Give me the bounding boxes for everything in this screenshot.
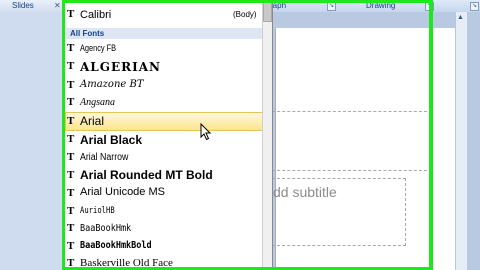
font-item-angsana[interactable]: Angsana [80, 97, 115, 108]
font-item-arial[interactable]: Arial [80, 114, 104, 128]
font-item-arial-black[interactable]: Arial Black [80, 133, 142, 147]
truetype-icon: T [67, 8, 75, 20]
truetype-icon: T [67, 205, 75, 217]
truetype-icon: T [67, 169, 75, 181]
font-item-auriolhb[interactable]: AuriolHB [80, 206, 115, 216]
paragraph-launcher-icon[interactable]: ↘ [327, 2, 336, 11]
close-pane-icon[interactable]: ✕ [54, 0, 61, 12]
font-item-arial-rounded[interactable]: Arial Rounded MT Bold [80, 168, 213, 182]
vertical-scrollbar[interactable] [455, 12, 467, 270]
truetype-icon: T [67, 222, 75, 234]
highlight-frame-top [62, 0, 433, 3]
slides-tab[interactable]: Slides ✕ [0, 0, 65, 12]
font-dropdown-list[interactable]: T Calibri (Body) All Fonts T Agency FB T… [63, 0, 273, 270]
subtitle-placeholder-text: dd subtitle [273, 184, 337, 200]
font-item-baabookhmk[interactable]: BaaBookHmk [80, 223, 131, 234]
all-fonts-header: All Fonts [66, 28, 264, 39]
font-item-algerian[interactable]: ALGERIAN [80, 60, 161, 74]
font-item-arial-unicode[interactable]: Arial Unicode MS [80, 186, 165, 198]
editing-launcher-icon[interactable]: ↘ [470, 2, 479, 11]
font-item-amazone-bt[interactable]: Amazone BT [80, 79, 144, 90]
truetype-icon: T [67, 151, 75, 163]
truetype-icon: T [67, 133, 75, 145]
font-item-agency-fb[interactable]: Agency FB [80, 43, 116, 53]
theme-font-tag: (Body) [233, 10, 257, 19]
theme-font-calibri[interactable]: Calibri [80, 9, 111, 21]
subtitle-placeholder[interactable]: dd subtitle [262, 178, 406, 246]
mouse-pointer-icon [200, 123, 212, 141]
dropdown-scrollbar[interactable] [262, 0, 272, 270]
slides-tab-label: Slides [12, 1, 34, 10]
truetype-icon: T [67, 240, 75, 252]
font-item-baabookhmkbold[interactable]: BaaBookHmkBold [80, 240, 152, 251]
truetype-icon: T [67, 79, 75, 91]
scroll-up-icon[interactable]: ▲ [456, 13, 465, 22]
title-placeholder[interactable] [262, 111, 432, 171]
truetype-icon: T [67, 96, 75, 108]
truetype-icon: T [67, 42, 75, 54]
font-item-arial-narrow[interactable]: Arial Narrow [80, 152, 128, 163]
dropdown-scroll-thumb[interactable] [263, 2, 272, 22]
truetype-icon: T [67, 187, 75, 199]
truetype-icon: T [67, 60, 75, 72]
highlight-frame-right [429, 0, 433, 270]
truetype-icon: T [67, 115, 75, 127]
highlight-frame-left [62, 0, 65, 270]
slides-pane [0, 12, 64, 270]
